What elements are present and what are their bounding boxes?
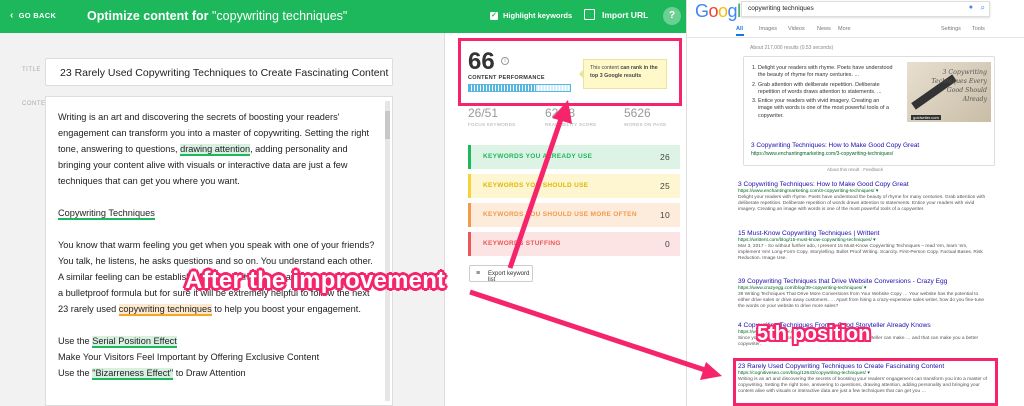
search-result: 3 Copywriting Techniques: How to Make Go… <box>738 181 990 213</box>
search-icon[interactable]: ⌕ <box>981 3 985 13</box>
checkbox-icon[interactable]: ✓ <box>490 11 498 20</box>
title-input[interactable]: 23 Rarely Used Copywriting Techniques to… <box>45 58 393 86</box>
search-result: 15 Must-Know Copywriting Techniques | Wr… <box>738 230 990 262</box>
keyword-highlight: "Bizarreness Effect" <box>92 368 174 380</box>
keyword-highlight: copywriting techniques <box>118 304 212 316</box>
result-description: 39 Writing Techniques That Drive More Co… <box>738 292 985 309</box>
result-highlight-frame <box>733 358 998 406</box>
stat-words: 5626 WORDS ON PAGE <box>624 106 667 127</box>
search-input[interactable]: copywriting techniques ● ⌕ <box>741 1 990 17</box>
keywords-use-more-often-row[interactable]: KEYWORDS YOU SHOULD USE MORE OFTEN 10 <box>468 203 680 227</box>
result-title-link[interactable]: 15 Must-Know Copywriting Techniques | Wr… <box>738 230 990 237</box>
keywords-stuffing-row[interactable]: KEYWORDS STUFFING 0 <box>468 232 680 256</box>
help-button[interactable]: ? <box>663 7 681 25</box>
export-keyword-list-button[interactable]: ≡ Export keyword list <box>469 265 533 283</box>
snippet-title-link[interactable]: 3 Copywriting Techniques: How to Make Go… <box>751 142 919 149</box>
keyword-highlight: drawing attention <box>180 144 251 156</box>
title-field-label: TITLE <box>22 67 41 73</box>
highlight-keywords-label: Highlight keywords <box>503 11 573 20</box>
result-url: https://www.crazyegg.com/blog/39-copywri… <box>738 286 867 291</box>
score-highlight-frame <box>458 38 682 106</box>
paragraph: Writing is an art and discovering the se… <box>58 112 370 186</box>
list-icon: ≡ <box>476 270 481 277</box>
keywords-should-use-row[interactable]: KEYWORDS YOU SHOULD USE 25 <box>468 174 680 198</box>
active-tab-indicator <box>736 34 744 36</box>
content-body: Writing is an art and discovering the se… <box>58 109 380 381</box>
tabs-divider <box>687 37 1024 38</box>
top-bar: ‹ GO BACK Optimize content for "copywrit… <box>0 0 686 33</box>
result-description: Mar 3, 2017 - So without further ado, I … <box>738 244 983 261</box>
list-item: Make Your Visitors Feel Important by Off… <box>58 352 320 362</box>
result-title-link[interactable]: 39 Copywriting Techniques that Drive Web… <box>738 278 990 285</box>
keyword-highlight: Serial Position Effect <box>92 336 177 348</box>
stat-readability: 62.68 READABILITY SCORE <box>545 106 597 127</box>
page-title: Optimize content for "copywriting techni… <box>87 9 348 23</box>
go-back-button[interactable]: ‹ GO BACK <box>10 10 57 21</box>
after-improvement-callout: After the improvement <box>185 267 446 294</box>
go-back-label: GO BACK <box>18 11 57 20</box>
chevron-left-icon: ‹ <box>10 10 14 21</box>
fifth-position-callout: 5th position <box>757 323 871 345</box>
tab-videos[interactable]: Videos <box>788 26 805 32</box>
tab-tools[interactable]: Tools <box>972 26 985 32</box>
tab-more[interactable]: More <box>838 26 851 32</box>
content-scrollbar[interactable] <box>385 101 390 401</box>
content-heading: Copywriting Techniques <box>58 205 380 221</box>
highlight-keywords-toggle[interactable]: ✓ Highlight keywords <box>490 11 572 20</box>
snippet-image[interactable]: 3 Copywriting Techniques Every Good Shou… <box>907 62 991 122</box>
tab-settings[interactable]: Settings <box>941 26 961 32</box>
target-keyword: "copywriting techniques" <box>212 9 348 23</box>
list-item: Use the Serial Position Effect <box>58 336 177 348</box>
result-url: https://www.enchantingmarketing.com/3-co… <box>738 189 879 194</box>
result-url: https://writtent.com/blog/15-must-know-c… <box>738 238 876 243</box>
content-editor[interactable]: Writing is an art and discovering the se… <box>45 96 393 406</box>
tab-images[interactable]: Images <box>759 26 777 32</box>
snippet-item: Grab attention with deliberate repetitio… <box>758 82 894 97</box>
import-icon <box>584 9 595 20</box>
import-url-label: Import URL <box>602 9 649 20</box>
stat-focus-keywords: 26/51 FOCUS KEYWORDS <box>468 106 516 127</box>
microphone-icon[interactable]: ● <box>969 4 973 11</box>
result-description: Delight your readers with rhyme. Poets h… <box>738 195 986 212</box>
snippet-item: Delight your readers with rhyme. Poets h… <box>758 65 894 80</box>
tab-all[interactable]: All <box>736 26 743 32</box>
result-title-link[interactable]: 3 Copywriting Techniques: How to Make Go… <box>738 181 990 188</box>
search-result: 39 Copywriting Techniques that Drive Web… <box>738 278 990 310</box>
tab-news[interactable]: News <box>817 26 831 32</box>
result-stats: About 217,000 results (0.53 seconds) <box>750 45 834 51</box>
featured-snippet: Delight your readers with rhyme. Poets h… <box>743 56 995 166</box>
list-item: Use the "Bizarreness Effect" to Draw Att… <box>58 368 246 380</box>
import-url-button[interactable]: Import URL <box>584 9 648 20</box>
keywords-already-used-row[interactable]: KEYWORDS YOU ALREADY USE 26 <box>468 145 680 169</box>
snippet-url: https://www.enchantingmarketing.com/3-co… <box>751 151 894 157</box>
keyword-highlight: Copywriting Techniques <box>58 208 155 220</box>
about-this-result[interactable]: About this result · Feedback <box>827 167 883 172</box>
snippet-item: Entice your readers with vivid imagery. … <box>758 98 894 120</box>
